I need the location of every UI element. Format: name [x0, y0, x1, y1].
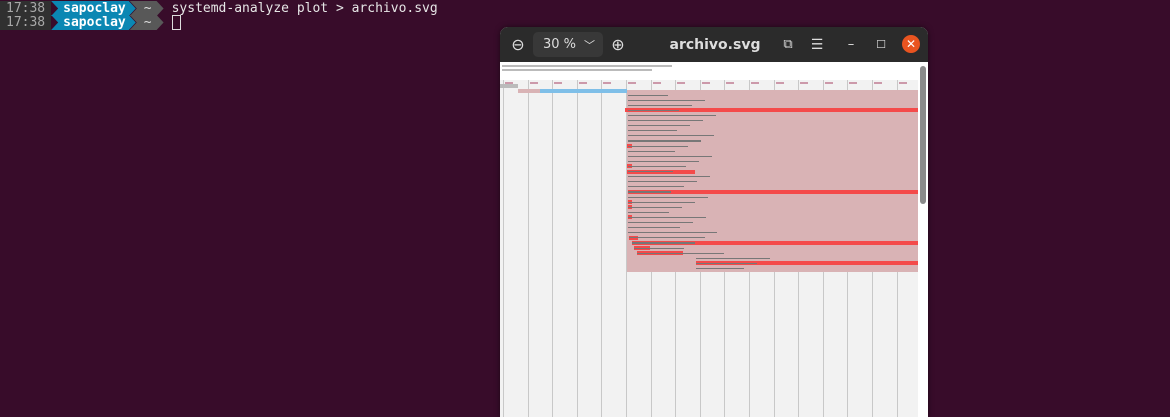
- prompt-user: sapoclay: [51, 1, 136, 16]
- plot-tick-label: [628, 82, 636, 84]
- image-viewer-window: ⊖ 30 % ﹀ ⊕ archivo.svg ⧉ ☰ – ☐ ✕: [500, 27, 928, 417]
- plot-unit-label: [628, 140, 701, 142]
- maximize-icon[interactable]: ☐: [871, 27, 891, 62]
- plot-gridline: [601, 80, 603, 417]
- plot-unit-label: [628, 155, 712, 157]
- zoom-out-icon[interactable]: ⊖: [508, 27, 528, 62]
- zoom-in-icon[interactable]: ⊕: [608, 27, 628, 62]
- plot-unit-label: [628, 196, 708, 198]
- zoom-level-dropdown[interactable]: 30 % ﹀: [533, 32, 603, 57]
- plot-unit-label: [696, 267, 744, 270]
- plot-unit-label: [696, 262, 757, 264]
- plot-bar-kernel: [540, 89, 627, 93]
- plot-bar-unit: [628, 189, 918, 194]
- prompt-time: 17:38: [0, 1, 52, 16]
- plot-unit-label: [628, 232, 717, 234]
- vertical-scrollbar[interactable]: [920, 66, 926, 204]
- plot-tick-label: [800, 82, 809, 84]
- svg-canvas: [500, 62, 928, 417]
- terminal-command: systemd-analyze plot > archivo.svg: [171, 1, 438, 16]
- menu-icon[interactable]: ☰: [807, 27, 827, 62]
- plot-unit-label: [628, 227, 680, 229]
- close-icon[interactable]: ✕: [902, 35, 920, 53]
- plot-unit-label: [628, 130, 677, 132]
- chevron-down-icon: ﹀: [584, 38, 595, 52]
- window-title: archivo.svg: [669, 36, 761, 53]
- viewer-headerbar: ⊖ 30 % ﹀ ⊕ archivo.svg ⧉ ☰ – ☐ ✕: [500, 27, 928, 62]
- plot-tick-label: [775, 82, 784, 84]
- plot-unit-label: [628, 222, 693, 224]
- plot-unit-label: [628, 186, 684, 188]
- prompt-time: 17:38: [0, 15, 52, 30]
- plot-gridline: [576, 80, 578, 417]
- zoom-level: 30 %: [543, 37, 577, 52]
- plot-gridline: [527, 80, 529, 417]
- plot-unit-label: [637, 252, 724, 254]
- plot-gridline: [552, 80, 554, 417]
- plot-unit-label: [628, 160, 699, 162]
- plot-tick-label: [726, 82, 735, 84]
- plot-tick-label: [874, 82, 882, 84]
- plot-unit-label: [632, 242, 695, 244]
- plot-unit-label: [628, 176, 710, 178]
- plot-tick-label: [529, 82, 538, 84]
- plot-tick-label: [554, 82, 563, 84]
- plot-unit-label: [628, 104, 692, 106]
- terminal-line-1: 17:38 sapoclay ~ systemd-analyze plot > …: [0, 1, 438, 16]
- plot-tick-label: [701, 82, 710, 84]
- plot-unit-label: [628, 150, 675, 152]
- plot-unit-label: [628, 99, 705, 101]
- plot-unit-label: [628, 181, 697, 183]
- plot-tick-label: [603, 82, 612, 84]
- terminal-line-2[interactable]: 17:38 sapoclay ~: [0, 15, 181, 30]
- plot-unit-label: [628, 171, 673, 173]
- minimize-icon[interactable]: –: [841, 27, 861, 62]
- plot-unit-label: [634, 247, 684, 249]
- plot-unit-label: [628, 114, 716, 117]
- plot-unit-label: [628, 120, 703, 122]
- plot-unit-label: [628, 125, 690, 127]
- plot-unit-label: [628, 165, 686, 168]
- plot-tick-label: [824, 82, 833, 84]
- plot-bar-loader: [518, 89, 540, 93]
- fullscreen-icon[interactable]: ⧉: [778, 27, 798, 62]
- plot-unit-label: [628, 211, 669, 213]
- prompt-user: sapoclay: [51, 15, 136, 30]
- plot-tick-label: [652, 82, 661, 84]
- plot-unit-label: [628, 94, 668, 96]
- plot-unit-label: [628, 216, 706, 219]
- plot-unit-label: [628, 135, 714, 137]
- plot-header-text: [502, 69, 652, 71]
- plot-tick-label: [898, 82, 907, 84]
- plot-unit-label: [628, 206, 682, 208]
- plot-unit-label: [628, 191, 671, 193]
- plot-bar-firmware: [500, 84, 518, 88]
- plot-unit-label: [628, 145, 688, 147]
- plot-gridline: [503, 80, 504, 417]
- plot-unit-label: [628, 201, 695, 203]
- plot-unit-label: [629, 237, 705, 239]
- plot-unit-label: [696, 257, 770, 259]
- plot-unit-label: [628, 109, 679, 111]
- plot-tick-label: [677, 82, 686, 84]
- boot-plot-image: [500, 62, 918, 417]
- plot-tick-label: [751, 82, 759, 84]
- plot-tick-label: [578, 82, 587, 84]
- terminal-cursor[interactable]: [171, 15, 181, 30]
- plot-tick-label: [849, 82, 858, 84]
- plot-header-text: [502, 65, 672, 67]
